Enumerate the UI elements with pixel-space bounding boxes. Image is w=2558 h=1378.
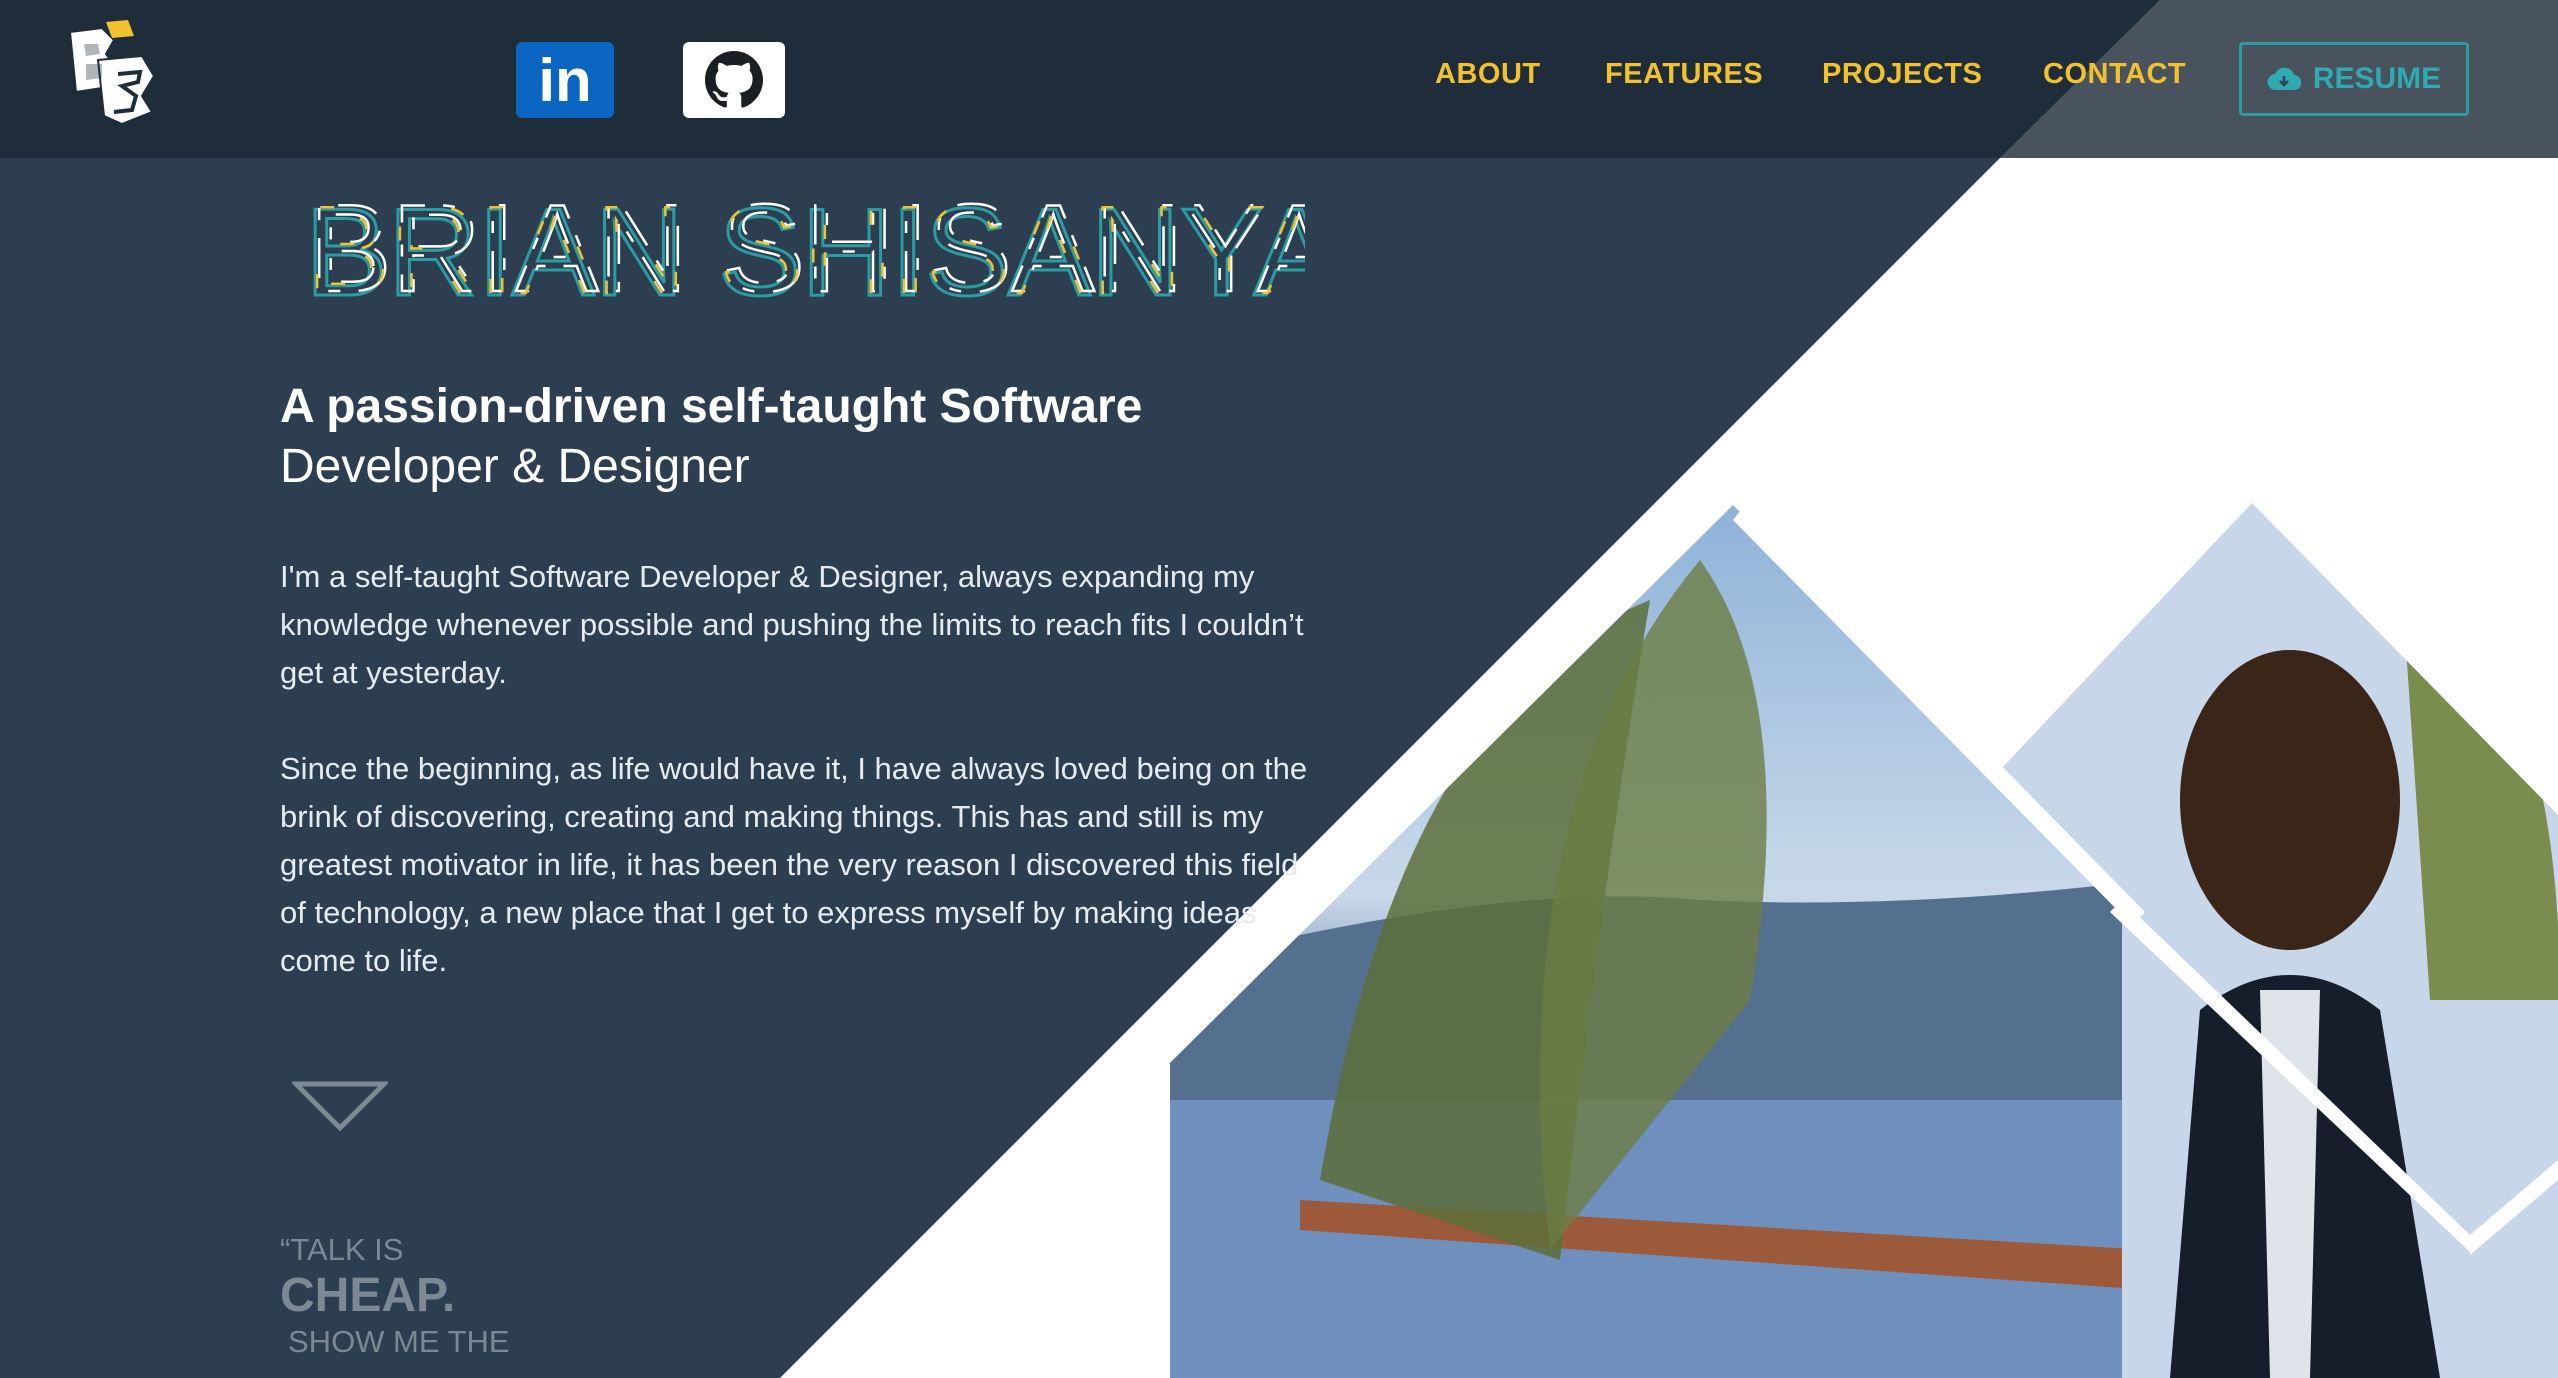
quote-line-1: “TALK IS [280, 1232, 404, 1267]
scroll-down-icon[interactable] [292, 1080, 388, 1132]
quote-line-2: CHEAP. [280, 1269, 456, 1322]
resume-label: RESUME [2312, 62, 2442, 95]
nav-projects[interactable]: PROJECTS [1822, 58, 1982, 91]
nav-about[interactable]: ABOUT [1435, 58, 1541, 91]
intro-text: I'm a self-taught Software Developer & D… [280, 553, 1310, 1033]
nav-features[interactable]: FEATURES [1605, 58, 1763, 91]
linkedin-button[interactable]: in [516, 42, 614, 118]
quote-block: “TALK IS CHEAP. SHOW ME THE [280, 1230, 510, 1362]
site-logo[interactable] [62, 20, 162, 130]
quote-line-3: SHOW ME THE [288, 1324, 510, 1359]
name-title-stroke-yellow: BRIAN SHISANYA [307, 182, 1305, 320]
nav-contact[interactable]: CONTACT [2043, 58, 2186, 91]
headline-rest: Developer & Designer [280, 440, 750, 493]
resume-button[interactable]: RESUME [2239, 42, 2469, 116]
linkedin-icon: in [538, 46, 592, 114]
github-button[interactable] [683, 42, 785, 118]
github-icon [705, 51, 763, 108]
hero-headline: A passion-driven self-taught Software De… [280, 377, 1142, 497]
intro-paragraph-1: I'm a self-taught Software Developer & D… [280, 559, 1304, 690]
headline-bold: A passion-driven self-taught Software [280, 380, 1143, 433]
intro-paragraph-2: Since the beginning, as life would have … [280, 751, 1308, 978]
cloud-download-icon [2267, 67, 2301, 91]
name-title: BRIAN SHISANYA BRIAN SHISANYA BRIAN SHIS… [305, 180, 1305, 320]
